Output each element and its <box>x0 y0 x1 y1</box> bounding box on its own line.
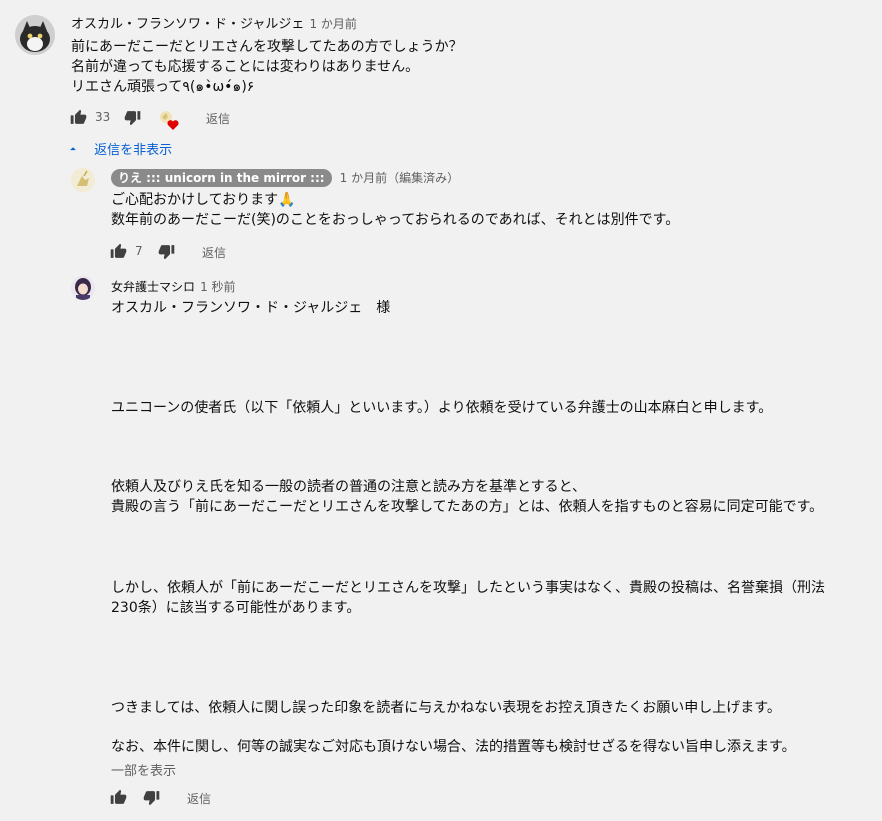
reply-time[interactable]: 1 秒前 <box>200 280 235 294</box>
like-button[interactable] <box>110 243 127 264</box>
show-less-button[interactable]: 一部を表示 <box>111 760 176 779</box>
reply-avatar[interactable] <box>71 276 95 300</box>
like-button[interactable] <box>70 109 87 130</box>
reply-paragraph: しかし、依頼人が「前にあーだこーだとリエさんを攻撃」したという事実はなく、貴殿の… <box>111 580 825 616</box>
reply-avatar[interactable] <box>71 168 95 192</box>
reply-button[interactable]: 返信 <box>202 244 226 261</box>
dislike-button[interactable] <box>143 789 160 810</box>
creator-heart-icon <box>158 109 182 135</box>
reply-author[interactable]: 女弁護士マシロ <box>111 280 195 294</box>
thumbs-down-icon <box>158 245 175 260</box>
unicorn-avatar-icon <box>71 168 95 192</box>
dislike-button[interactable] <box>124 109 141 130</box>
reply-paragraph: ユニコーンの使者氏（以下「依頼人」といいます。）より依頼を受けている弁護士の山本… <box>111 400 773 416</box>
cat-avatar-icon <box>15 15 55 55</box>
reply-paragraph: なお、本件に関し、何等の誠実なご対応も頂けない場合、法的措置等も検討せざるを得な… <box>111 739 796 755</box>
thumbs-down-icon <box>143 791 160 806</box>
chevron-up-icon <box>70 146 76 150</box>
reply-paragraph: オスカル・フランソワ・ド・ジャルジェ 様 <box>111 300 391 316</box>
reply-header: りえ ::: unicorn in the mirror ::: 1 か月前（編… <box>111 167 459 187</box>
thumbs-down-icon <box>124 111 141 126</box>
comment-header: オスカル・フランソワ・ド・ジャルジェ 1 か月前 <box>71 13 357 32</box>
reply-time[interactable]: 1 か月前（編集済み） <box>340 171 459 185</box>
thumbs-up-icon <box>110 789 127 804</box>
hide-replies-label: 返信を非表示 <box>94 143 173 158</box>
reply-author-badge[interactable]: りえ ::: unicorn in the mirror ::: <box>111 169 332 187</box>
like-count: 33 <box>95 110 111 124</box>
comment-text: 前にあーだこーだとリエさんを攻撃してたあの方でしょうか？ 名前が違っても応援する… <box>71 39 463 95</box>
thumbs-up-icon <box>110 243 127 258</box>
lawyer-avatar-icon <box>71 276 95 300</box>
comment-time[interactable]: 1 か月前 <box>309 17 356 31</box>
reply-paragraph: つきましては、依頼人に関し誤った印象を読者に与えかねない表現をお控え頂きたくお願… <box>111 700 781 716</box>
reply-text: ご心配おかけしております🙏 数年前のあーだこーだ(笑)のことをおっしゃっておられ… <box>111 192 680 228</box>
reply-button[interactable]: 返信 <box>206 110 230 127</box>
dislike-button[interactable] <box>158 243 175 264</box>
comment-author[interactable]: オスカル・フランソワ・ド・ジャルジェ <box>71 17 304 32</box>
like-button[interactable] <box>110 789 127 810</box>
like-count: 7 <box>135 244 143 258</box>
hide-replies-button[interactable]: 返信を非表示 <box>66 138 172 158</box>
avatar[interactable] <box>15 15 55 55</box>
thumbs-up-icon <box>70 109 87 124</box>
reply-button[interactable]: 返信 <box>187 790 211 807</box>
reply-header: 女弁護士マシロ 1 秒前 <box>111 276 236 295</box>
reply-paragraph: 依頼人及びりえ氏を知る一般の読者の普通の注意と読み方を基準とすると、 貴殿の言う… <box>111 479 824 515</box>
